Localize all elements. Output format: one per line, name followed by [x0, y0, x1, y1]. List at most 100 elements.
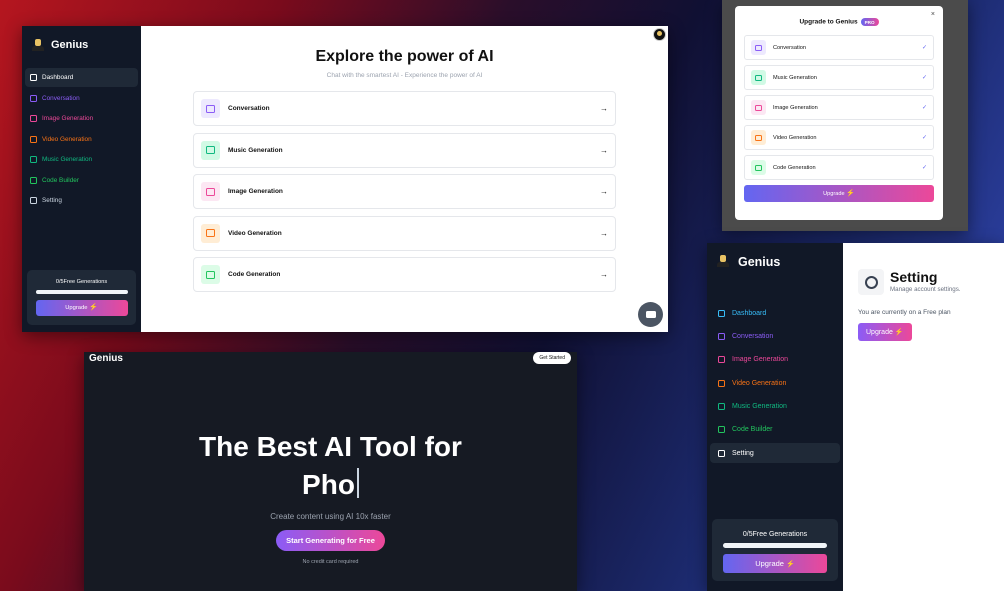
- sidebar-item-conversation[interactable]: Conversation: [710, 326, 840, 347]
- feature-icon-box: [751, 70, 766, 85]
- sidebar-item-image-generation[interactable]: Image Generation: [710, 350, 840, 371]
- logo[interactable]: Genius: [22, 26, 141, 56]
- message-square-icon: [206, 104, 215, 113]
- chat-support-button[interactable]: [638, 302, 663, 327]
- arrow-right-icon: →: [600, 187, 608, 196]
- image-icon: [30, 115, 37, 122]
- feature-label: Image Generation: [773, 104, 818, 111]
- dashboard-main: Explore the power of AI Chat with the sm…: [141, 26, 668, 332]
- feature-row-code-generation: Code Generation ✓: [744, 155, 934, 180]
- arrow-right-icon: →: [600, 104, 608, 113]
- brand-name: Genius: [738, 254, 781, 269]
- modal-title: Upgrade to Genius PRO: [744, 18, 934, 26]
- music-icon: [206, 146, 215, 154]
- message-square-icon: [755, 44, 762, 51]
- close-icon[interactable]: ×: [931, 11, 935, 18]
- tool-label: Conversation: [228, 105, 270, 112]
- settings-sidebar: Genius Dashboard Conversation Image Genera…: [707, 243, 843, 591]
- landing-screenshot: Genius Get Started The Best AI Tool for …: [84, 352, 577, 591]
- feature-row-image-generation: Image Generation ✓: [744, 95, 934, 120]
- tool-label: Music Generation: [228, 146, 283, 154]
- tool-card-code-generation[interactable]: Code Generation →: [193, 257, 616, 292]
- sidebar: Genius Dashboard Conversation Image Genera…: [22, 26, 141, 332]
- feature-label: Music Generation: [773, 74, 817, 81]
- avatar[interactable]: [653, 28, 666, 41]
- image-icon: [718, 356, 725, 364]
- sidebar-item-label: Image Generation: [732, 356, 789, 364]
- sidebar-item-label: Conversation: [732, 333, 774, 341]
- landing-headline: The Best AI Tool for Pho: [199, 431, 462, 500]
- sidebar-item-music-generation[interactable]: Music Generation: [25, 150, 138, 169]
- page-subtitle: Chat with the smartest AI - Experience t…: [326, 72, 483, 79]
- code-icon: [718, 426, 725, 434]
- sidebar-item-label: Dashboard: [42, 74, 74, 81]
- no-credit-card-note: No credit card required: [302, 559, 359, 565]
- layout-dashboard-icon: [30, 74, 37, 81]
- sidebar-item-label: Video Generation: [732, 379, 787, 387]
- sidebar-item-image-generation[interactable]: Image Generation: [25, 109, 138, 128]
- upgrade-button[interactable]: Upgrade ⚡: [35, 300, 128, 316]
- settings-title: Setting: [890, 269, 938, 285]
- sidebar-item-label: Dashboard: [732, 309, 767, 317]
- landing-brand[interactable]: Genius: [89, 353, 123, 364]
- sidebar-item-music-generation[interactable]: Music Generation: [710, 396, 840, 417]
- sidebar-item-label: Video Generation: [42, 135, 92, 143]
- free-progress-bar: [723, 543, 827, 548]
- music-icon: [718, 402, 725, 410]
- sidebar-item-setting[interactable]: Setting: [710, 442, 840, 464]
- zap-icon: ⚡: [846, 190, 855, 197]
- video-icon: [718, 379, 725, 387]
- message-square-icon: [718, 333, 725, 341]
- music-icon: [30, 156, 37, 163]
- modal-upgrade-button[interactable]: Upgrade ⚡: [744, 185, 934, 202]
- start-generating-button[interactable]: Start Generating for Free: [276, 530, 385, 551]
- video-icon: [30, 135, 37, 143]
- feature-row-conversation: Conversation ✓: [744, 35, 934, 60]
- tool-card-conversation[interactable]: Conversation →: [193, 91, 616, 126]
- upgrade-modal: × Upgrade to Genius PRO Conversation ✓ Musi…: [735, 6, 943, 220]
- tool-card-music-generation[interactable]: Music Generation →: [193, 132, 616, 168]
- sidebar-item-label: Code Builder: [732, 426, 773, 434]
- feature-icon-box: [751, 130, 766, 145]
- code-icon: [30, 176, 37, 184]
- landing-subtext: Create content using AI 10x faster: [270, 512, 391, 521]
- tool-card-video-generation[interactable]: Video Generation →: [193, 215, 616, 251]
- check-icon: ✓: [921, 45, 927, 51]
- sidebar-item-label: Music Generation: [732, 402, 787, 410]
- zap-icon: ⚡: [89, 304, 98, 311]
- settings-upgrade-button[interactable]: Upgrade ⚡: [858, 323, 912, 341]
- code-icon: [755, 164, 762, 171]
- arrow-right-icon: →: [600, 145, 608, 155]
- sidebar-item-video-generation[interactable]: Video Generation: [710, 373, 840, 394]
- image-icon: [755, 104, 762, 111]
- sidebar-item-video-generation[interactable]: Video Generation: [25, 130, 138, 149]
- tool-card-image-generation[interactable]: Image Generation →: [193, 174, 616, 209]
- upgrade-modal-screenshot: × Upgrade to Genius PRO Conversation ✓ Musi…: [722, 0, 968, 231]
- sidebar-item-code-builder[interactable]: Code Builder: [710, 419, 840, 440]
- plan-text: You are currently on a Free plan: [858, 309, 951, 316]
- tool-icon-box: [201, 182, 220, 201]
- get-started-button[interactable]: Get Started: [533, 352, 571, 364]
- sidebar-item-conversation[interactable]: Conversation: [25, 89, 138, 108]
- tool-icon-box: [201, 99, 220, 118]
- logo[interactable]: Genius: [707, 243, 843, 273]
- tool-label: Code Generation: [228, 271, 281, 278]
- logo-icon: [716, 254, 732, 270]
- music-icon: [755, 74, 762, 81]
- typing-cursor: [356, 468, 359, 498]
- free-counter: 0/5Free Generations Upgrade ⚡: [712, 519, 838, 581]
- sidebar-nav: Dashboard Conversation Image Generation Vid…: [22, 68, 141, 210]
- sidebar-item-code-builder[interactable]: Code Builder: [25, 171, 138, 190]
- sidebar-item-dashboard[interactable]: Dashboard: [710, 303, 840, 324]
- feature-icon-box: [751, 160, 766, 175]
- feature-icon-box: [751, 40, 766, 55]
- feature-label: Video Generation: [773, 134, 817, 141]
- tool-icon-box: [201, 223, 220, 243]
- settings-screenshot: Genius Dashboard Conversation Image Genera…: [707, 243, 1004, 591]
- sidebar-item-dashboard[interactable]: Dashboard: [25, 68, 138, 87]
- sidebar-item-setting[interactable]: Setting: [25, 191, 138, 210]
- check-icon: ✓: [921, 75, 927, 81]
- upgrade-button[interactable]: Upgrade ⚡: [723, 554, 827, 573]
- brand-name: Genius: [51, 39, 89, 51]
- tool-label: Video Generation: [228, 229, 282, 237]
